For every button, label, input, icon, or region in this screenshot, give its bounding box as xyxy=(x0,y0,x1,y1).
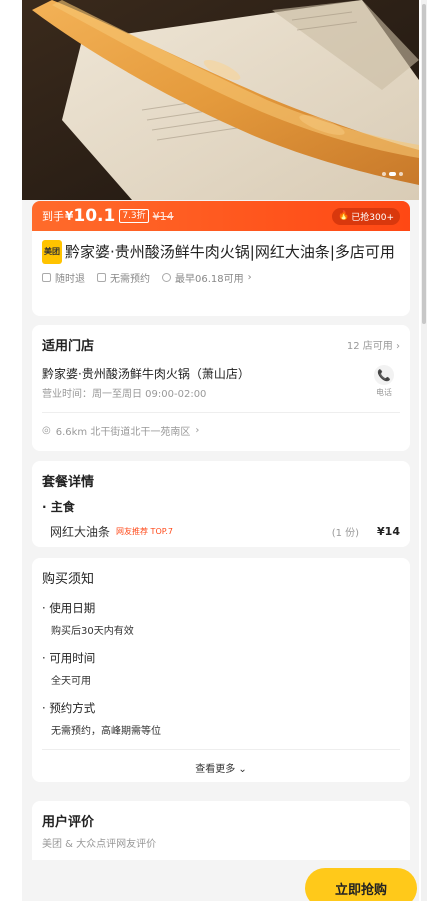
notice-label-text: 预约方式 xyxy=(49,701,96,715)
chevron-right-icon: › xyxy=(247,272,252,283)
reviews-section-title: 用户评价 xyxy=(42,815,95,830)
store-count-link[interactable]: 12 店可用 › xyxy=(347,337,400,352)
refund-icon xyxy=(42,273,51,282)
store-hours: 营业时间：周一至周日 09:00-02:00 xyxy=(42,389,207,400)
purchase-notice-card: 购买须知 · 使用日期 购买后30天内有效 · 可用时间 全天可用 · 预约方式… xyxy=(32,558,410,782)
tag-refund-label: 随时退 xyxy=(55,274,85,285)
tag-refund: 随时退 xyxy=(42,270,85,285)
notice-value-usage-date: 购买后30天内有效 xyxy=(51,626,134,637)
notice-label-usage-date: · 使用日期 xyxy=(42,601,96,615)
package-item-qty: (1 份) xyxy=(331,528,360,539)
tag-earliest-date-label: 最早06.18可用 xyxy=(175,274,244,285)
check-circle-icon xyxy=(162,273,171,282)
price-banner: 到手 ¥ 10.1 7.3折 ¥14 🔥 已抢300+ xyxy=(32,201,410,231)
package-item-name: 网红大油条 xyxy=(50,525,111,539)
notice-label-reservation: · 预约方式 xyxy=(42,701,96,715)
fire-icon: 🔥 xyxy=(338,211,350,221)
package-card: 套餐详情 · 主食 网红大油条 网友推荐 TOP.7 (1 份) ¥14 xyxy=(32,461,410,547)
see-more-label: 查看更多 xyxy=(195,764,236,775)
sold-count-badge: 🔥 已抢300+ xyxy=(332,207,400,225)
deal-tags: 随时退 无需预约 最早06.18可用 › xyxy=(42,270,400,285)
chevron-down-icon: ⌄ xyxy=(238,764,247,775)
chevron-right-icon: › xyxy=(396,341,400,352)
tag-no-reservation-label: 无需预约 xyxy=(110,274,150,285)
calendar-icon xyxy=(97,273,106,282)
price-prefix: 到手 xyxy=(42,210,64,223)
phone-label: 电话 xyxy=(376,388,392,397)
phone-button[interactable]: 📞 电话 xyxy=(370,365,398,398)
discount-badge: 7.3折 xyxy=(119,209,149,223)
chevron-right-icon: › xyxy=(195,425,200,436)
price-currency: ¥ xyxy=(65,209,74,223)
hero-image[interactable] xyxy=(22,0,419,200)
package-section-title: 套餐详情 xyxy=(42,475,95,490)
tag-earliest-date[interactable]: 最早06.18可用 › xyxy=(162,270,252,285)
deal-title: 美团 黔家婆·贵州酸汤鲜牛肉火锅|网红大油条|多店可用 xyxy=(42,240,400,264)
store-location[interactable]: ◎ 6.6km 北干街道北干一苑南区 › xyxy=(42,423,400,438)
notice-value-reservation: 无需预约，高峰期需等位 xyxy=(51,726,161,737)
package-item-price: ¥14 xyxy=(377,525,400,538)
scrollbar-thumb[interactable] xyxy=(422,4,426,324)
notice-label-text: 使用日期 xyxy=(49,601,96,615)
deal-title-card: 美团 黔家婆·贵州酸汤鲜牛肉火锅|网红大油条|多店可用 随时退 无需预约 最早06… xyxy=(32,231,410,316)
tag-no-reservation: 无需预约 xyxy=(97,270,150,285)
package-item-row: 网红大油条 网友推荐 TOP.7 (1 份) ¥14 xyxy=(42,523,400,540)
store-section-title: 适用门店 xyxy=(42,339,95,354)
location-pin-icon: ◎ xyxy=(42,425,51,436)
phone-icon: 📞 xyxy=(374,365,394,385)
store-card: 适用门店 12 店可用 › 黔家婆·贵州酸汤鲜牛肉火锅（萧山店） 营业时间：周一… xyxy=(32,325,410,451)
divider xyxy=(42,749,400,750)
package-item-tag: 网友推荐 TOP.7 xyxy=(116,527,173,536)
notice-section-title: 购买须知 xyxy=(42,572,95,587)
deal-page: 到手 ¥ 10.1 7.3折 ¥14 🔥 已抢300+ 美团 黔家婆·贵州酸汤鲜牛… xyxy=(22,0,419,901)
original-price: ¥14 xyxy=(152,209,174,223)
see-more-button[interactable]: 查看更多 ⌄ xyxy=(42,760,400,775)
notice-label-available-time: · 可用时间 xyxy=(42,651,96,665)
notice-value-available-time: 全天可用 xyxy=(51,676,91,687)
divider xyxy=(42,412,400,413)
notice-label-text: 可用时间 xyxy=(49,651,96,665)
meituan-badge: 美团 xyxy=(42,240,62,264)
reviews-subtitle: 美团 & 大众点评网友评价 xyxy=(42,839,157,850)
package-group: · 主食 xyxy=(42,500,75,514)
store-name[interactable]: 黔家婆·贵州酸汤鲜牛肉火锅（萧山店） xyxy=(42,365,400,382)
deal-title-text: 黔家婆·贵州酸汤鲜牛肉火锅|网红大油条|多店可用 xyxy=(65,243,395,261)
store-location-text: 6.6km 北干街道北干一苑南区 xyxy=(55,427,191,438)
buy-now-button[interactable]: 立即抢购 xyxy=(305,868,417,901)
sold-count: 已抢300+ xyxy=(351,212,394,223)
store-count: 12 店可用 xyxy=(346,341,393,352)
package-group-label: 主食 xyxy=(50,500,75,514)
scrollbar[interactable] xyxy=(421,0,427,901)
carousel-indicator xyxy=(382,172,403,176)
price-value: 10.1 xyxy=(73,206,116,226)
